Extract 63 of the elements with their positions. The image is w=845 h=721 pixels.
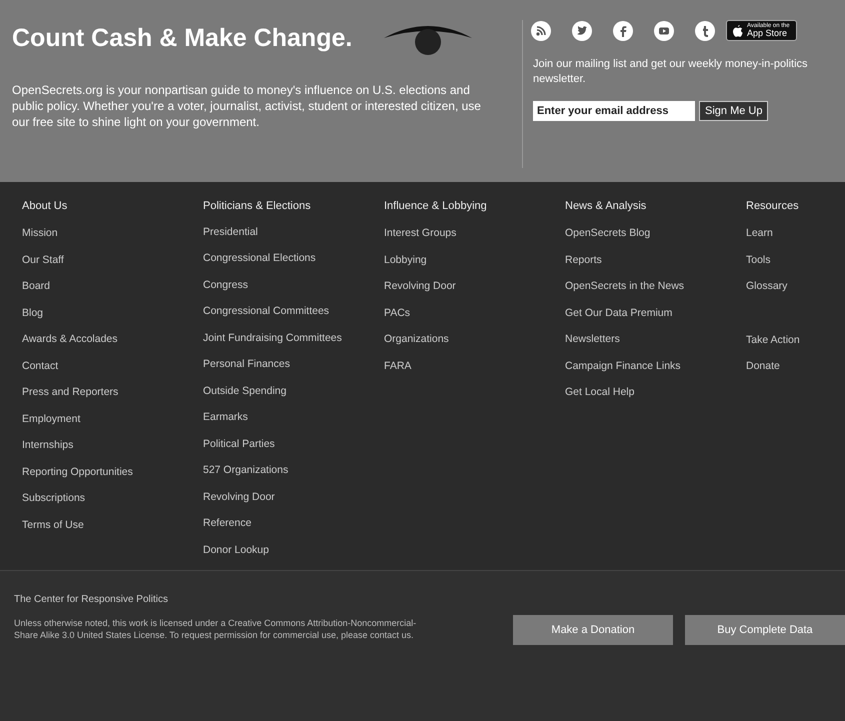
footer-link[interactable]: Get Our Data Premium [565, 306, 746, 333]
footer-link[interactable]: Lobbying [384, 254, 565, 280]
footer-link[interactable]: Outside Spending [203, 384, 384, 411]
footer-link[interactable]: Board [22, 280, 203, 306]
footer-link[interactable]: Organizations [384, 333, 565, 360]
footer-link[interactable]: Congressional Elections [203, 252, 384, 278]
apple-icon [733, 24, 743, 36]
footer-link[interactable]: Reporting Opportunities [22, 466, 203, 492]
footer-link[interactable]: Mission [22, 227, 203, 254]
footer-link[interactable]: Donor Lookup [203, 544, 384, 570]
column-heading: Influence & Lobbying [384, 200, 488, 214]
sign-up-button[interactable]: Sign Me Up [699, 101, 768, 121]
footer-link[interactable]: Newsletters [565, 333, 746, 360]
footer-link[interactable]: Internships [22, 439, 203, 466]
footer-link[interactable]: Tools [746, 254, 845, 280]
footer-link[interactable]: Get Local Help [565, 386, 746, 412]
email-field[interactable]: Enter your email address [533, 101, 695, 121]
intro-text: OpenSecrets.org is your nonpartisan guide to money's influence on U.S. elections and public policy. Whether you're a voter, journalist, activist, student or interested citizen, use our free site to shine light on your government. [12, 82, 482, 130]
newsletter-text: Join our mailing list and get our weekly money-in-politics newsletter. [533, 57, 809, 87]
footer-link[interactable]: PACs [384, 306, 565, 333]
column-heading: Politicians & Elections [203, 200, 312, 214]
footer-button[interactable]: Buy Complete Data [685, 615, 845, 645]
footer-link[interactable]: Campaign Finance Links [565, 360, 746, 386]
footer-button[interactable]: Make a Donation [513, 615, 673, 645]
footer-link[interactable]: Awards & Accolades [22, 333, 203, 360]
footer-link[interactable]: 527 Organizations [203, 464, 384, 490]
footer-link[interactable]: Employment [22, 412, 203, 439]
rss-icon[interactable] [531, 20, 551, 40]
youtube-icon[interactable] [654, 20, 674, 40]
footer-link[interactable]: OpenSecrets in the News [565, 280, 746, 306]
license-text: Unless otherwise noted, this work is licensed under a Creative Commons Attribution-Noncommercial-Share Alike 3.0 United States License. To request permission for commercial use, please contact us. [14, 617, 418, 641]
footer-link[interactable]: Reference [203, 517, 384, 544]
footer-link[interactable]: Revolving Door [203, 490, 384, 517]
footer-link[interactable]: Learn [746, 227, 845, 254]
footer-link[interactable]: Donate [746, 360, 845, 386]
tagline: Count Cash & Make Change. [12, 24, 352, 52]
footer-link[interactable]: Glossary [746, 280, 845, 306]
footer-link[interactable]: OpenSecrets Blog [565, 227, 746, 254]
footer-link[interactable]: Congressional Committees [203, 305, 384, 332]
footer-link[interactable]: Take Action [746, 334, 845, 360]
twitter-icon[interactable] [572, 20, 592, 40]
facebook-icon[interactable] [613, 20, 633, 40]
footer-link[interactable]: Blog [22, 306, 203, 333]
footer-link[interactable]: Presidential [203, 226, 384, 252]
footer-link[interactable]: FARA [384, 360, 565, 386]
column-heading: About Us [22, 200, 68, 214]
column-heading: Resources [746, 200, 800, 214]
footer-link[interactable]: Subscriptions [22, 492, 203, 518]
footer-link[interactable]: Contact [22, 360, 203, 386]
footer-link[interactable]: Reports [565, 254, 746, 280]
footer-link[interactable]: Personal Finances [203, 358, 384, 384]
footer-link[interactable]: Joint Fundraising Committees [203, 332, 384, 358]
footer-link[interactable]: Political Parties [203, 438, 384, 464]
footer-link[interactable]: Interest Groups [384, 227, 565, 254]
footer-link[interactable]: Our Staff [22, 254, 203, 280]
column-heading: News & Analysis [565, 200, 648, 214]
organization-name: The Center for Responsive Politics [14, 594, 168, 605]
footer-link[interactable]: Congress [203, 278, 384, 305]
footer-link[interactable]: Press and Reporters [22, 386, 203, 412]
footer-link[interactable]: Revolving Door [384, 280, 565, 306]
tumblr-icon[interactable] [695, 20, 715, 40]
footer-link[interactable]: Terms of Use [22, 518, 203, 545]
footer-link[interactable]: Earmarks [203, 411, 384, 438]
